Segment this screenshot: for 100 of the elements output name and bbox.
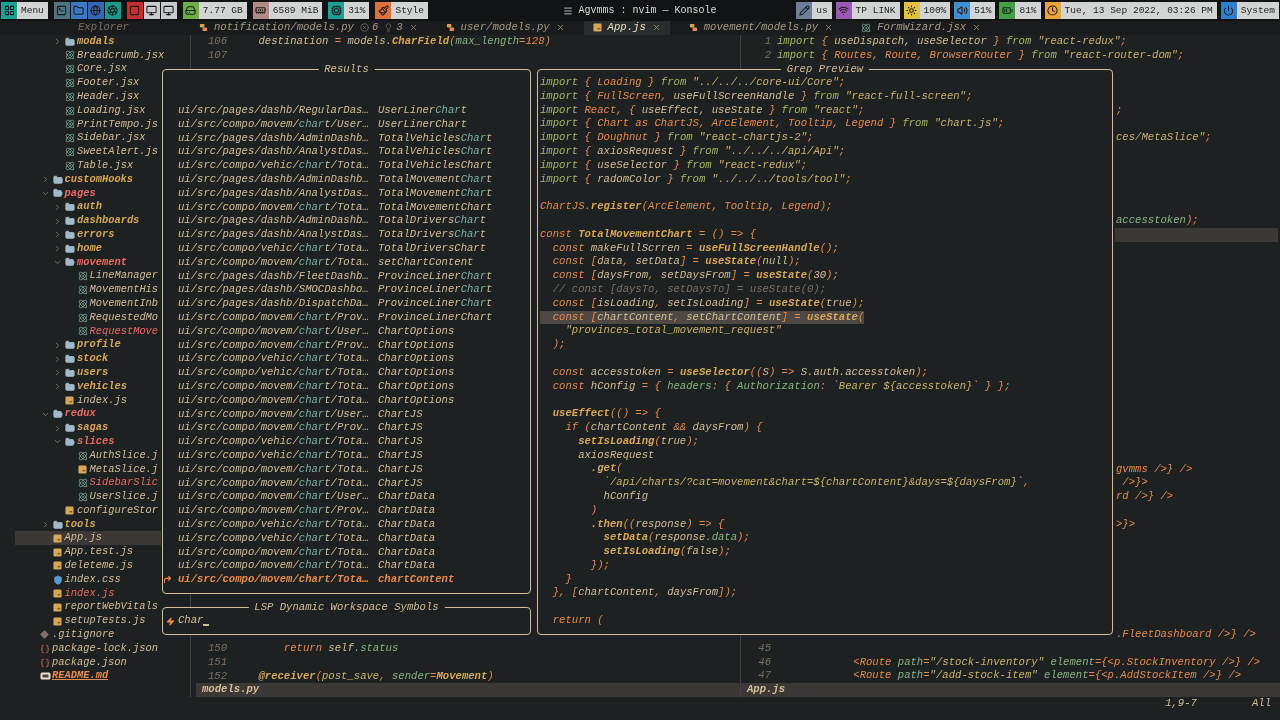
tree-item[interactable]: setupTests.js	[15, 614, 161, 629]
chevron-right-icon[interactable]	[53, 382, 62, 392]
file-path[interactable]: ui/src/compo/vehic/chart/Tota…	[178, 517, 378, 532]
file-path[interactable]: ui/src/pages/dashb/AnalystDas…	[178, 145, 378, 160]
symbol-name[interactable]: TotalDriversChart	[378, 228, 487, 242]
tree-item[interactable]: Sidebar.jsx	[15, 131, 161, 146]
file-path[interactable]: ui/src/pages/dashb/AnalystDas…	[178, 228, 378, 242]
chevron-right-icon[interactable]	[53, 37, 62, 47]
symbol-name[interactable]: ProvinceLinerChart	[378, 310, 493, 325]
monitor-icon[interactable]	[143, 2, 160, 19]
tree-item[interactable]: index.js	[15, 393, 161, 408]
file-path[interactable]: ui/src/compo/movem/chart/User…	[178, 407, 378, 422]
file-path[interactable]: ui/src/compo/vehic/chart/Tota…	[178, 435, 378, 449]
tree-item[interactable]: MovementInb	[15, 296, 161, 311]
tree-item[interactable]: PrintTempo.js	[15, 117, 161, 132]
file-path[interactable]: ui/src/pages/dashb/SMOCDashbo…	[178, 283, 378, 298]
tree-item[interactable]: profile	[15, 338, 161, 353]
tree-item[interactable]: redux	[15, 407, 161, 422]
chevron-right-icon[interactable]	[53, 230, 62, 240]
close-icon[interactable]	[651, 23, 661, 33]
symbol-name[interactable]: TotalMovementChart	[378, 173, 493, 187]
editor-tab[interactable]: FormWizard.jsx	[852, 21, 991, 35]
symbol-name[interactable]: TotalVehiclesChart	[378, 145, 493, 160]
symbol-name[interactable]: ChartData	[378, 504, 436, 518]
file-path[interactable]: ui/src/compo/vehic/chart/Tota…	[178, 241, 378, 256]
symbol-name[interactable]: ChartOptions	[378, 352, 455, 367]
editor-tab[interactable]: App.js	[583, 21, 670, 35]
tree-item[interactable]: AuthSlice.j	[15, 448, 161, 463]
file-path[interactable]: ui/src/compo/movem/chart/Tota…	[178, 462, 378, 477]
file-path[interactable]: ui/src/compo/vehic/chart/Tota…	[178, 159, 378, 173]
symbol-name[interactable]: ProvinceLinerChart	[378, 297, 493, 311]
close-icon[interactable]	[555, 23, 565, 33]
tree-item[interactable]: package-lock.json	[15, 641, 161, 656]
file-path[interactable]: ui/src/compo/movem/chart/Tota…	[178, 200, 378, 215]
globe-icon[interactable]	[87, 2, 104, 19]
file-path[interactable]: ui/src/compo/movem/chart/Tota…	[178, 255, 378, 270]
search-field[interactable]: Char	[178, 614, 210, 628]
symbol-name[interactable]: TotalDriversChart	[378, 241, 487, 256]
tree-item[interactable]: Core.jsx	[15, 62, 161, 77]
symbol-name[interactable]: TotalVehiclesChart	[378, 131, 493, 146]
file-path[interactable]: ui/src/compo/vehic/chart/Tota…	[178, 448, 378, 463]
tree-item[interactable]: slices	[15, 434, 161, 449]
file-path[interactable]: ui/src/pages/dashb/FleetDashb…	[178, 269, 378, 284]
tree-item[interactable]: configureStor	[15, 503, 161, 518]
tree-item[interactable]: MetaSlice.j	[15, 462, 161, 477]
symbol-name[interactable]: ChartJS	[378, 476, 423, 491]
tree-item[interactable]: auth	[15, 200, 161, 215]
tree-item[interactable]: home	[15, 241, 161, 256]
tree-item[interactable]: pages	[15, 186, 161, 201]
symbol-name[interactable]: UserLinerChart	[378, 104, 467, 118]
tree-item[interactable]: RequestedMo	[15, 310, 161, 325]
file-path[interactable]: ui/src/pages/dashb/AdminDashb…	[178, 131, 378, 146]
symbol-name[interactable]: ProvinceLinerChart	[378, 283, 493, 298]
file-path[interactable]: ui/src/pages/dashb/AnalystDas…	[178, 186, 378, 201]
file-path[interactable]: ui/src/compo/vehic/chart/Tota…	[178, 352, 378, 367]
tree-item[interactable]: App.test.js	[15, 545, 161, 560]
symbol-name[interactable]: ChartData	[378, 559, 436, 574]
tree-item[interactable]: Footer.jsx	[15, 76, 161, 90]
tree-item[interactable]: UserSlice.j	[15, 490, 161, 504]
symbol-name[interactable]: ChartData	[378, 490, 436, 505]
tree-item[interactable]: MovementHis	[15, 283, 161, 297]
file-path[interactable]: ui/src/compo/movem/chart/Prov…	[178, 310, 378, 325]
file-path[interactable]: ui/src/pages/dashb/DispatchDa…	[178, 297, 378, 311]
symbol-name[interactable]: TotalMovementChart	[378, 186, 493, 201]
symbol-name[interactable]: UserLinerChart	[378, 117, 467, 132]
tree-item[interactable]: App.js	[15, 531, 161, 546]
symbol-name[interactable]: TotalMovementChart	[378, 200, 493, 215]
tree-item[interactable]: README.md	[15, 669, 161, 684]
tree-item[interactable]: tools	[15, 517, 161, 532]
tree-item[interactable]: index.css	[15, 572, 161, 587]
tree-item[interactable]: reportWebVitals	[15, 600, 161, 615]
tree-item[interactable]: Header.jsx	[15, 90, 161, 104]
editor-tab[interactable]: movement/models.py	[679, 21, 843, 35]
menu-icon[interactable]	[563, 5, 574, 16]
symbol-name[interactable]: ChartJS	[378, 407, 423, 422]
file-path[interactable]: ui/src/compo/movem/chart/Prov…	[178, 504, 378, 518]
tree-item[interactable]: index.js	[15, 586, 161, 601]
close-icon[interactable]	[824, 23, 834, 33]
symbol-name[interactable]: setChartContent	[378, 255, 474, 270]
symbol-name[interactable]: ChartJS	[378, 462, 423, 477]
symbol-name[interactable]: ChartOptions	[378, 393, 455, 408]
tree-item[interactable]: package.json	[15, 655, 161, 670]
folder-icon[interactable]	[70, 2, 87, 19]
editor-tab[interactable]: user/models.py	[436, 21, 574, 35]
tree-item[interactable]: vehicles	[15, 379, 161, 394]
chevron-right-icon[interactable]	[53, 216, 62, 226]
file-path[interactable]: ui/src/compo/movem/chart/User…	[178, 324, 378, 339]
symbol-name[interactable]: ChartData	[378, 531, 436, 546]
close-icon[interactable]	[972, 23, 982, 33]
editor-tab[interactable]: notification/models.py 6 3	[190, 21, 427, 35]
tree-item[interactable]: RequestMove	[15, 324, 161, 339]
file-path[interactable]: ui/src/pages/dashb/AdminDashb…	[178, 173, 378, 187]
symbol-name[interactable]: TotalDriversChart	[378, 214, 487, 229]
chevron-right-icon[interactable]	[53, 340, 62, 350]
tree-item[interactable]: Loading.jsx	[15, 103, 161, 118]
symbol-name[interactable]: ChartOptions	[378, 366, 455, 380]
tree-item[interactable]: SweetAlert.js	[15, 145, 161, 159]
tree-item[interactable]: stock	[15, 352, 161, 366]
tree-item[interactable]: Table.jsx	[15, 158, 161, 173]
file-path[interactable]: ui/src/compo/movem/chart/Tota…	[178, 379, 378, 394]
